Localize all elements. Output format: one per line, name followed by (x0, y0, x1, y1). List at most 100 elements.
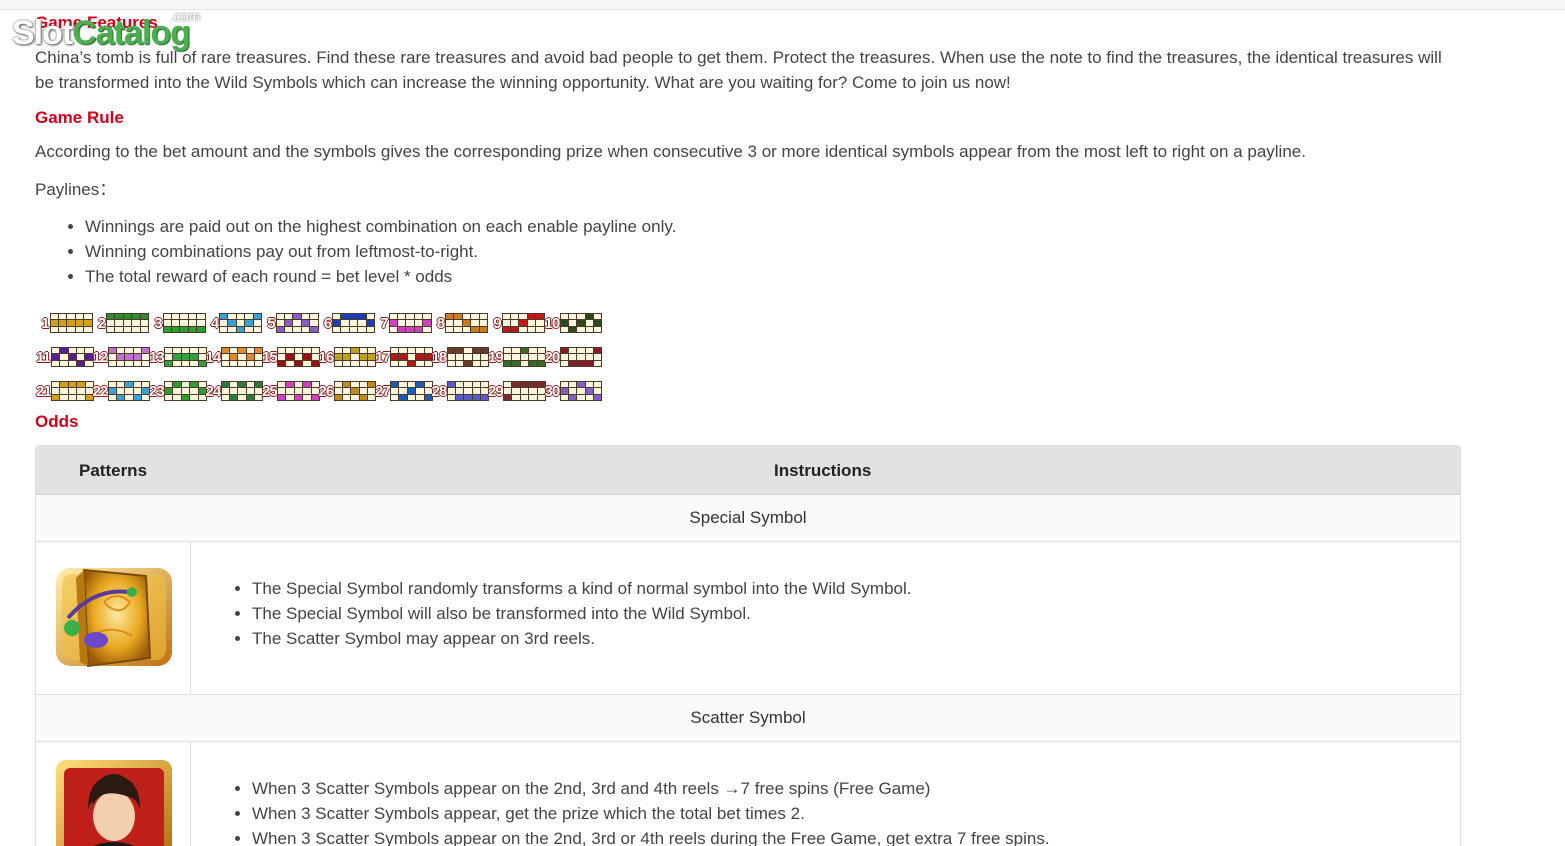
payline-pattern (333, 380, 377, 402)
payline-number: 28 (431, 382, 448, 400)
payline-number: 14 (205, 348, 222, 366)
payline-pattern (275, 312, 319, 334)
payline-19: 19 (488, 340, 546, 374)
payline-10: 10 (544, 306, 603, 340)
payline-row: 21 22 23 24 25 26 27 28 29 30 (36, 374, 603, 408)
payline-number: 19 (488, 348, 504, 366)
payline-number: 5 (267, 314, 275, 332)
payline-number: 4 (210, 314, 219, 332)
payline-number: 17 (375, 348, 391, 366)
payline-16: 16 (318, 340, 377, 374)
scatter-symbol-row: When 3 Scatter Symbols appear on the 2nd… (36, 742, 1460, 846)
payline-pattern (390, 346, 433, 368)
payline-15: 15 (262, 340, 320, 374)
payline-number: 15 (262, 348, 278, 366)
payline-pattern (107, 346, 151, 368)
payline-number: 13 (149, 348, 165, 366)
list-item: When 3 Scatter Symbols appear, get the p… (252, 801, 1050, 826)
payline-pattern (107, 380, 151, 402)
payline-pattern (164, 380, 207, 402)
payline-pattern (220, 380, 264, 402)
payline-number: 1 (41, 314, 49, 332)
special-symbol-title: Special Symbol (689, 508, 807, 527)
payline-number: 9 (493, 314, 501, 332)
payline-25: 25 (262, 374, 320, 408)
special-symbol-instructions: The Special Symbol randomly transforms a… (234, 576, 911, 651)
young-man-portrait-icon (56, 760, 172, 846)
payline-number: 16 (318, 348, 335, 366)
slotcatalog-watermark-logo: SlotCatalog .com (12, 8, 201, 52)
payline-number: 8 (436, 314, 445, 332)
payline-number: 6 (323, 314, 332, 332)
payline-22: 22 (93, 374, 151, 408)
payline-21: 21 (36, 374, 94, 408)
payline-7: 7 (375, 306, 432, 340)
payline-6: 6 (319, 306, 375, 340)
paylines-label: Paylines： (35, 180, 117, 199)
payline-29: 29 (488, 374, 546, 408)
payline-pattern (388, 312, 432, 334)
payline-number: 7 (380, 314, 388, 332)
list-item: The Special Symbol randomly transforms a… (252, 576, 911, 601)
payline-number: 10 (544, 314, 561, 332)
payline-pattern (446, 346, 490, 368)
list-item: The Special Symbol will also be transfor… (252, 601, 911, 626)
payline-number: 12 (92, 348, 109, 366)
payline-number: 2 (97, 314, 106, 332)
payline-number: 29 (488, 382, 504, 400)
payline-pattern (446, 380, 490, 402)
top-bar (0, 0, 1565, 10)
payline-number: 24 (205, 382, 222, 400)
payline-pattern (559, 312, 603, 334)
scatter-symbol-title: Scatter Symbol (690, 708, 806, 727)
payline-number: 20 (544, 348, 561, 366)
payline-pattern (390, 380, 433, 402)
payline-14: 14 (205, 340, 264, 374)
payline-pattern (501, 312, 545, 334)
game-rule-text: According to the bet amount and the symb… (35, 142, 1306, 161)
payline-26: 26 (318, 374, 377, 408)
odds-heading: Odds (35, 412, 79, 431)
scatter-symbol-section-row: Scatter Symbol (36, 695, 1460, 742)
payline-rules-list: Winnings are paid out on the highest com… (67, 214, 676, 289)
payline-4: 4 (206, 306, 262, 340)
payline-pattern (277, 380, 320, 402)
scatter-symbol-instructions: When 3 Scatter Symbols appear on the 2nd… (234, 776, 1050, 846)
payline-pattern (106, 312, 149, 334)
payline-number: 21 (36, 382, 52, 400)
payline-number: 27 (375, 382, 391, 400)
game-rule-heading: Game Rule (35, 108, 124, 127)
patterns-column-header: Patterns (79, 461, 148, 480)
instructions-column-header: Instructions (774, 461, 872, 480)
special-symbol-row: The Special Symbol randomly transforms a… (36, 542, 1460, 695)
payline-30: 30 (544, 374, 603, 408)
payline-number: 30 (544, 382, 561, 400)
payline-24: 24 (205, 374, 264, 408)
payline-27: 27 (375, 374, 433, 408)
payline-18: 18 (432, 340, 490, 374)
payline-pattern (503, 380, 546, 402)
payline-row: 11 12 13 14 15 16 17 18 19 20 (36, 340, 603, 374)
payline-12: 12 (92, 340, 151, 374)
payline-pattern (219, 312, 262, 334)
special-symbol-section-row: Special Symbol (36, 495, 1460, 542)
payline-number: 23 (149, 382, 165, 400)
payline-9: 9 (488, 306, 545, 340)
paylines-grid: 1 2 3 4 5 6 7 8 9 10 11 12 13 14 15 16 17 18 19 20 21 22 23 24 2… (36, 306, 603, 408)
game-features-text: China’s tomb is full of rare treasures. … (35, 48, 1442, 92)
payline-pattern (559, 346, 603, 368)
payline-number: 11 (36, 348, 51, 366)
payline-pattern (559, 380, 603, 402)
payline-pattern (49, 312, 93, 334)
payline-8: 8 (432, 306, 488, 340)
payline-row: 1 2 3 4 5 6 7 8 9 10 (36, 306, 603, 340)
list-item: The total reward of each round = bet lev… (85, 264, 676, 289)
payline-number: 3 (154, 314, 162, 332)
payline-number: 26 (318, 382, 335, 400)
payline-pattern (220, 346, 264, 368)
payline-5: 5 (262, 306, 319, 340)
table-header: Patterns Instructions (36, 446, 1460, 496)
odds-table: Patterns Instructions Special Symbol • T… (35, 445, 1461, 846)
payline-1: 1 (36, 306, 93, 340)
golden-book-icon (56, 568, 172, 668)
